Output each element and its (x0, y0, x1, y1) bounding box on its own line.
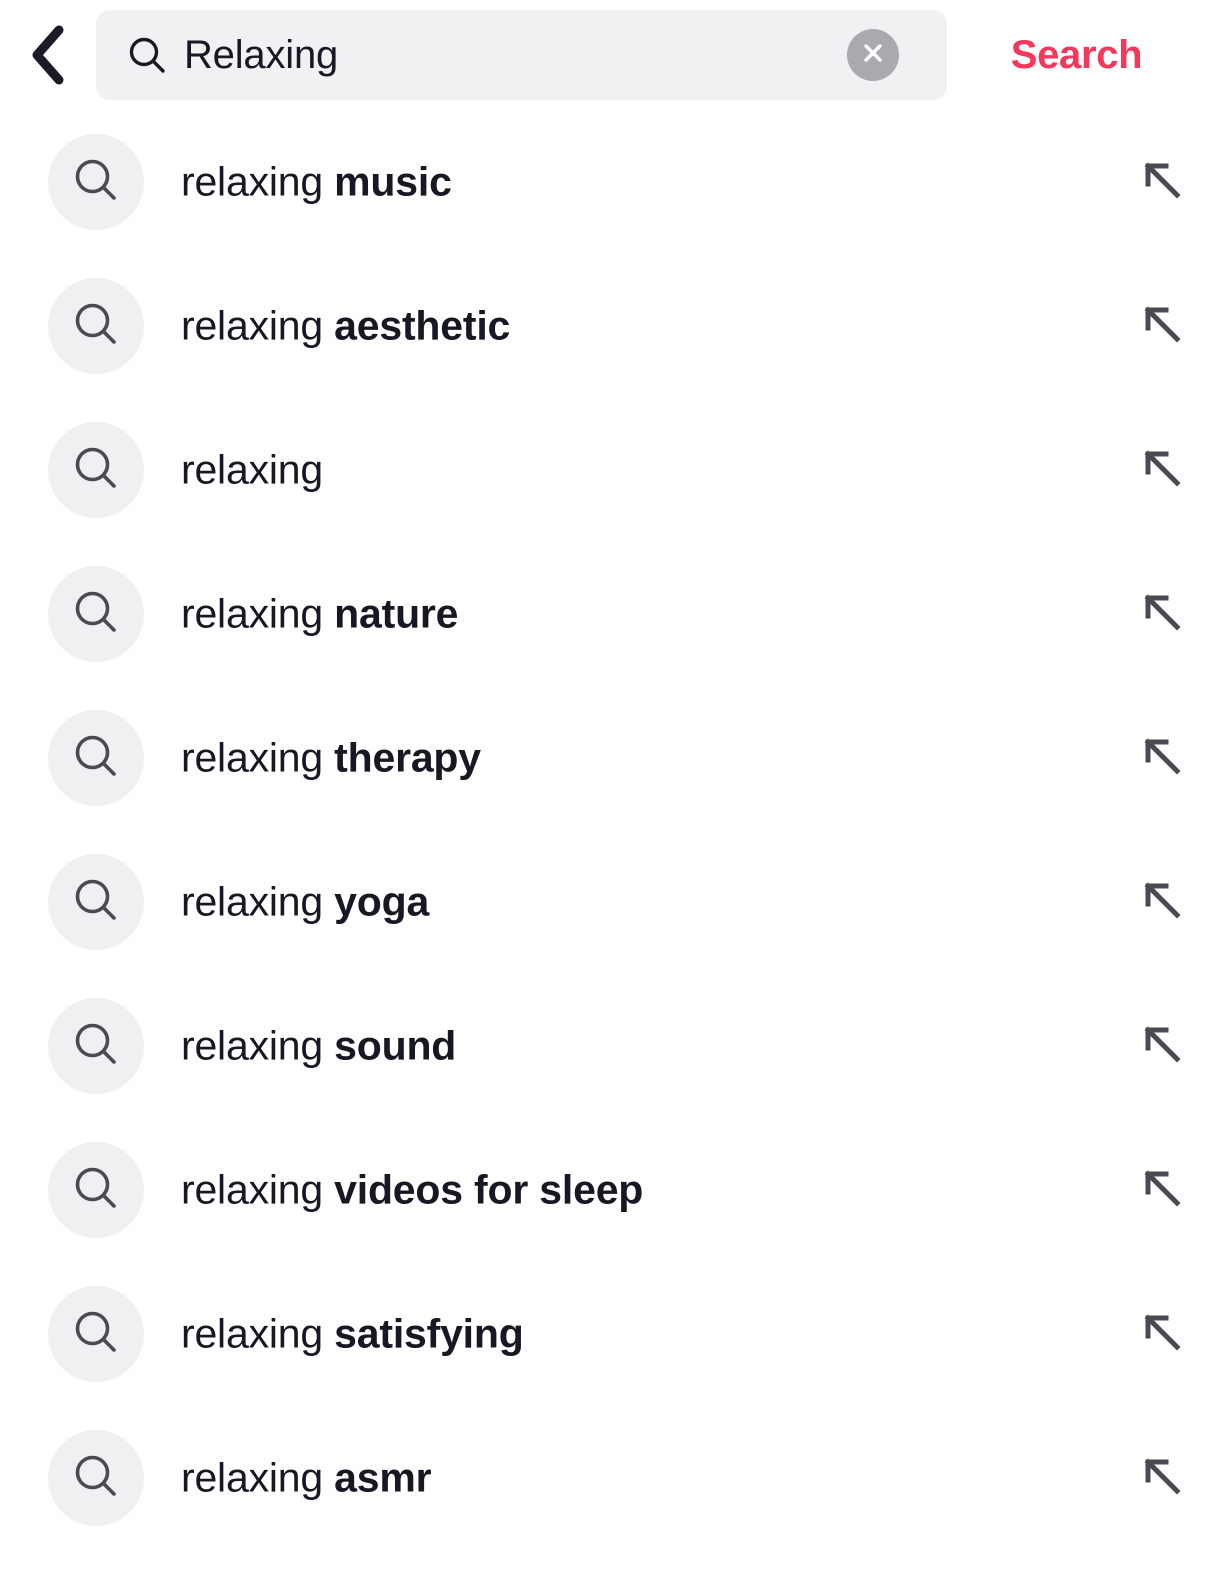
suggestion-query-prefix: relaxing (181, 590, 335, 637)
search-field[interactable] (96, 10, 947, 100)
suggestion-label: relaxing videos for sleep (181, 1167, 643, 1212)
suggestion-label: relaxing therapy (181, 735, 481, 780)
fill-query-button[interactable] (1134, 586, 1190, 642)
arrow-up-left-icon (1139, 877, 1185, 928)
search-icon (73, 589, 119, 640)
suggestion-query-prefix: relaxing (181, 446, 323, 493)
suggestion-query-completion: music (334, 158, 452, 205)
fill-query-button[interactable] (1134, 874, 1190, 930)
suggestion-query-prefix: relaxing (181, 158, 335, 205)
fill-query-button[interactable] (1134, 154, 1190, 210)
suggestion-label: relaxing music (181, 159, 452, 204)
suggestion-row[interactable]: relaxing (0, 398, 1224, 542)
suggestion-icon-bubble (48, 1286, 144, 1382)
suggestion-icon-bubble (48, 134, 144, 230)
search-icon (73, 1021, 119, 1072)
suggestion-row[interactable]: relaxing nature (0, 542, 1224, 686)
fill-query-button[interactable] (1134, 298, 1190, 354)
search-icon (73, 1165, 119, 1216)
search-submit-label: Search (1010, 33, 1143, 77)
suggestion-row[interactable]: relaxing music (0, 110, 1224, 254)
suggestion-query-completion: videos for sleep (334, 1166, 644, 1213)
search-icon (73, 157, 119, 208)
arrow-up-left-icon (1139, 445, 1185, 496)
suggestion-query-completion: aesthetic (334, 302, 511, 349)
suggestion-label: relaxing yoga (181, 879, 429, 924)
search-icon (73, 445, 119, 496)
suggestion-icon-bubble (48, 1430, 144, 1526)
search-icon (73, 1309, 119, 1360)
fill-query-button[interactable] (1134, 730, 1190, 786)
suggestion-row[interactable]: relaxing asmr (0, 1406, 1224, 1550)
suggestion-query-completion: therapy (334, 734, 481, 781)
search-icon (73, 1453, 119, 1504)
suggestion-query-prefix: relaxing (181, 1310, 335, 1357)
suggestion-row[interactable]: relaxing sound (0, 974, 1224, 1118)
fill-query-button[interactable] (1134, 1018, 1190, 1074)
fill-query-button[interactable] (1134, 1162, 1190, 1218)
suggestion-row[interactable]: relaxing videos for sleep (0, 1118, 1224, 1262)
suggestion-icon-bubble (48, 710, 144, 806)
arrow-up-left-icon (1139, 589, 1185, 640)
suggestion-query-completion: nature (334, 590, 459, 637)
search-suggestions-screen: Search relaxing musicrelaxing aestheticr… (0, 0, 1224, 1569)
search-icon (128, 36, 166, 74)
suggestion-label: relaxing (181, 447, 323, 492)
search-submit-button[interactable]: Search (947, 0, 1224, 110)
suggestion-label: relaxing nature (181, 591, 458, 636)
arrow-up-left-icon (1139, 1021, 1185, 1072)
suggestion-query-prefix: relaxing (181, 1166, 335, 1213)
chevron-left-icon (26, 24, 70, 86)
suggestion-query-completion: satisfying (334, 1310, 524, 1357)
suggestion-query-prefix: relaxing (181, 734, 335, 781)
fill-query-button[interactable] (1134, 1306, 1190, 1362)
suggestion-query-prefix: relaxing (181, 1454, 335, 1501)
suggestion-icon-bubble (48, 566, 144, 662)
suggestion-label: relaxing aesthetic (181, 303, 510, 348)
suggestion-query-completion: asmr (334, 1454, 432, 1501)
search-input[interactable] (184, 32, 947, 78)
arrow-up-left-icon (1139, 301, 1185, 352)
suggestion-list: relaxing music relaxing aesthetic relaxing… (0, 110, 1224, 1550)
suggestion-query-prefix: relaxing (181, 1022, 335, 1069)
suggestion-row[interactable]: relaxing aesthetic (0, 254, 1224, 398)
arrow-up-left-icon (1139, 157, 1185, 208)
close-icon (860, 40, 886, 71)
search-icon (73, 877, 119, 928)
arrow-up-left-icon (1139, 1309, 1185, 1360)
suggestion-label: relaxing sound (181, 1023, 456, 1068)
arrow-up-left-icon (1139, 1453, 1185, 1504)
suggestion-label: relaxing satisfying (181, 1311, 524, 1356)
arrow-up-left-icon (1139, 1165, 1185, 1216)
clear-search-button[interactable] (847, 29, 899, 81)
suggestion-query-prefix: relaxing (181, 878, 335, 925)
suggestion-row[interactable]: relaxing therapy (0, 686, 1224, 830)
suggestion-row[interactable]: relaxing satisfying (0, 1262, 1224, 1406)
suggestion-icon-bubble (48, 422, 144, 518)
suggestion-query-completion: sound (334, 1022, 457, 1069)
suggestion-icon-bubble (48, 998, 144, 1094)
suggestion-icon-bubble (48, 278, 144, 374)
fill-query-button[interactable] (1134, 442, 1190, 498)
suggestion-icon-bubble (48, 1142, 144, 1238)
search-icon (73, 733, 119, 784)
back-button[interactable] (0, 0, 96, 110)
suggestion-icon-bubble (48, 854, 144, 950)
suggestion-query-completion: yoga (334, 878, 430, 925)
suggestion-query-prefix: relaxing (181, 302, 335, 349)
suggestion-row[interactable]: relaxing yoga (0, 830, 1224, 974)
search-header: Search (0, 0, 1224, 110)
suggestion-label: relaxing asmr (181, 1454, 432, 1501)
fill-query-button[interactable] (1134, 1450, 1190, 1506)
search-icon (73, 301, 119, 352)
arrow-up-left-icon (1139, 733, 1185, 784)
